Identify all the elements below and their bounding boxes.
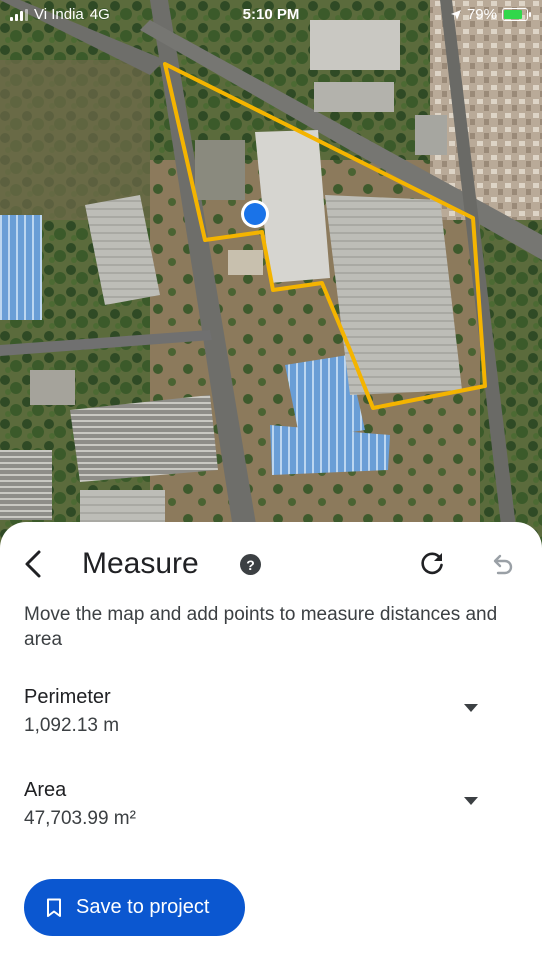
back-button[interactable]: [16, 546, 50, 582]
undo-icon: [493, 554, 513, 575]
chevron-down-icon[interactable]: [464, 704, 478, 712]
battery-percent: 79%: [466, 6, 497, 23]
satellite-map[interactable]: [0, 0, 542, 560]
battery-icon: [502, 8, 531, 21]
building: [314, 82, 394, 112]
status-right: 79%: [450, 6, 531, 23]
save-button-label: Save to project: [76, 896, 210, 918]
location-arrow-icon: [450, 9, 461, 20]
building: [415, 115, 447, 155]
area-row[interactable]: Area 47,703.99 m²: [24, 777, 518, 837]
instructions-text: Move the map and add points to measure d…: [24, 604, 498, 650]
help-icon[interactable]: ?: [240, 554, 261, 575]
yard: [195, 140, 245, 200]
perimeter-row[interactable]: Perimeter 1,092.13 m: [24, 684, 518, 744]
redo-button[interactable]: [416, 548, 448, 580]
building: [30, 370, 75, 405]
perimeter-label: Perimeter: [24, 686, 111, 708]
panel-header: Measure ?: [0, 544, 542, 584]
area-label: Area: [24, 779, 67, 801]
redo-icon: [421, 552, 443, 575]
save-to-project-button[interactable]: Save to project: [24, 879, 245, 936]
perimeter-value: 1,092.13 m: [24, 715, 120, 736]
area-value: 47,703.99 m²: [24, 808, 136, 829]
building: [70, 395, 218, 482]
undo-button[interactable]: [486, 548, 518, 580]
back-arrow-icon: [25, 550, 41, 578]
chevron-down-icon[interactable]: [464, 797, 478, 805]
bookmark-icon: [47, 898, 61, 917]
building: [228, 250, 263, 275]
building-blue-roof: [0, 215, 42, 320]
measure-panel: Measure ? Move the map and add points to…: [0, 522, 542, 965]
screen: Vi India 4G 5:10 PM 79% Measure ? Move t…: [0, 0, 542, 965]
status-bar: Vi India 4G 5:10 PM 79%: [0, 0, 542, 32]
open-ground: [0, 60, 150, 220]
location-dot-icon: [244, 203, 266, 225]
page-title: Measure: [82, 547, 199, 580]
map-canvas[interactable]: [0, 0, 542, 560]
building: [0, 450, 52, 520]
